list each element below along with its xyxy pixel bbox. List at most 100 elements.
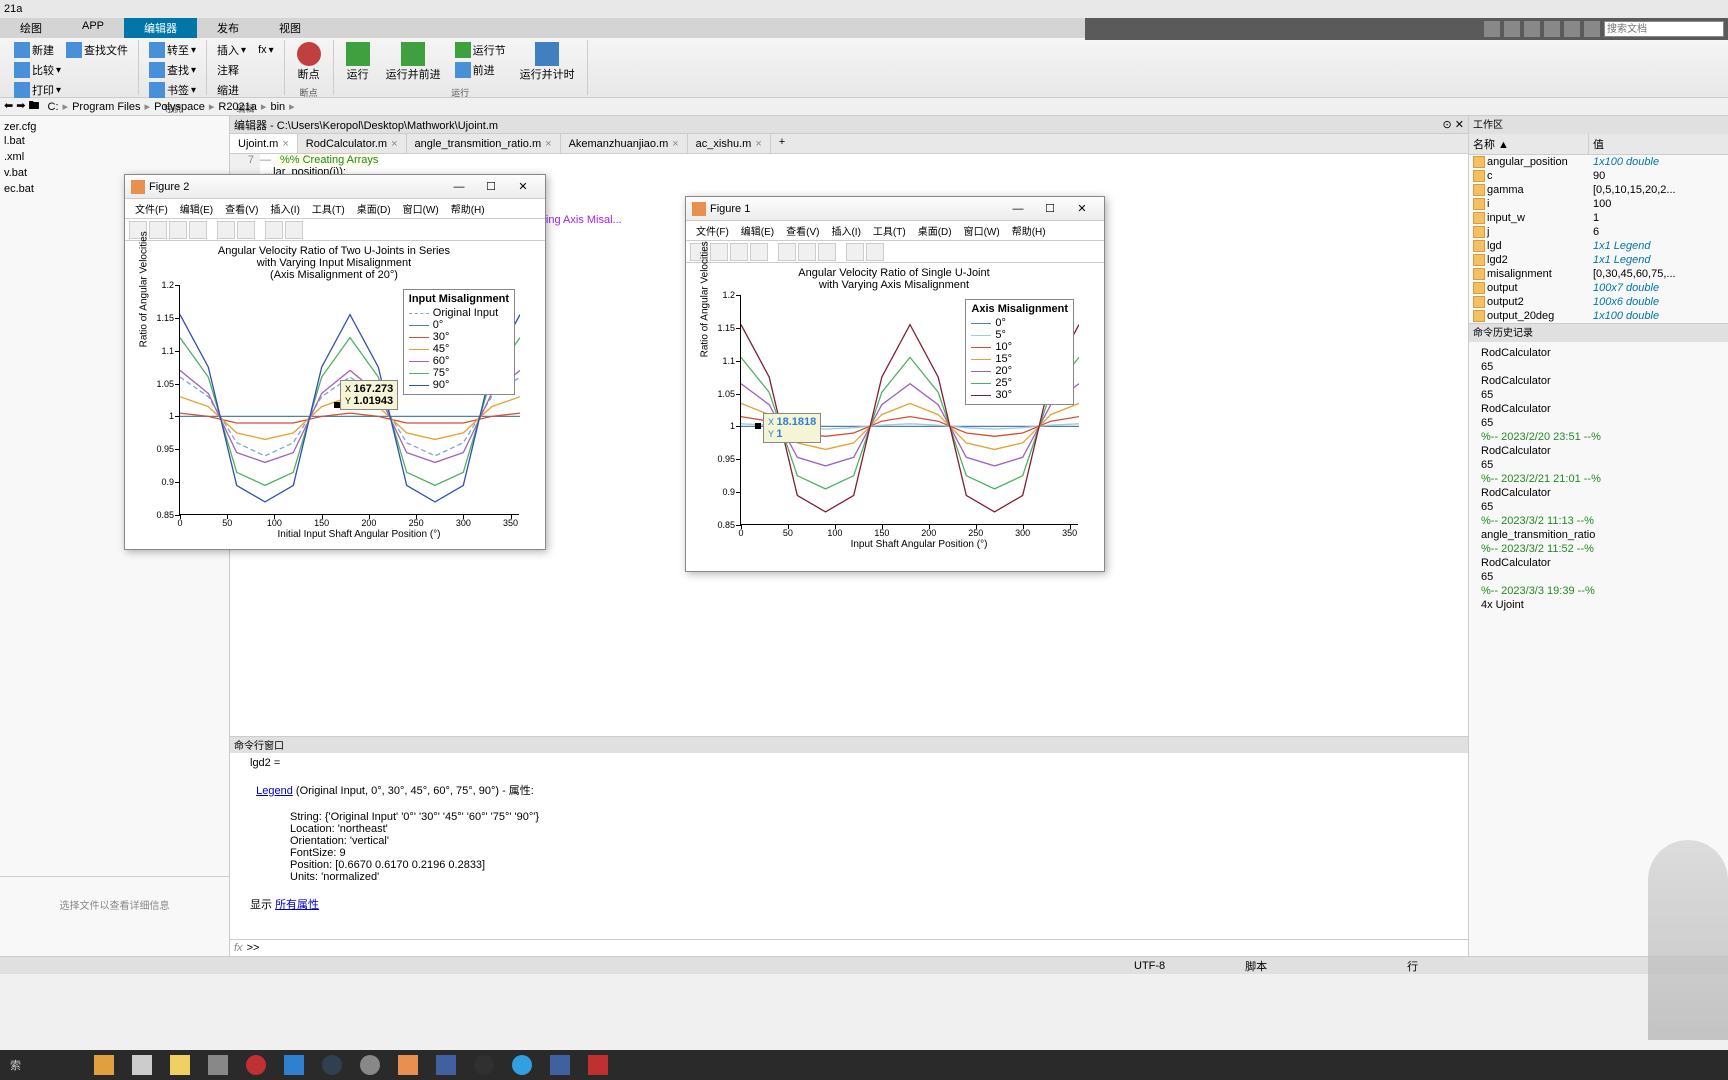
new-button[interactable]: 新建 (10, 40, 58, 60)
taskbar-explorer[interactable] (162, 1052, 198, 1078)
file-tab[interactable]: angle_transmition_ratio.m× (407, 134, 561, 153)
figure-menu-item[interactable]: 编辑(E) (174, 199, 219, 218)
workspace-variable[interactable]: output100x7 double (1469, 281, 1728, 295)
taskbar-app[interactable] (428, 1052, 464, 1078)
print-fig-icon[interactable] (189, 221, 207, 239)
figure-menu-item[interactable]: 插入(I) (825, 221, 866, 240)
advance-button[interactable]: 前进 (451, 60, 510, 80)
figure2-axes[interactable]: Angular Velocity Ratio of Two U-Joints i… (125, 241, 545, 544)
workspace-variable[interactable]: gamma[0,5,10,15,20,2... (1469, 183, 1728, 197)
file-item[interactable]: zer.cfg (4, 120, 225, 134)
link-icon[interactable] (237, 221, 255, 239)
link-icon[interactable] (798, 243, 816, 261)
save-fig-icon[interactable] (730, 243, 748, 261)
figure-menu-item[interactable]: 查看(V) (219, 199, 264, 218)
file-item[interactable]: .xml (4, 150, 225, 164)
maximize-button[interactable]: ☐ (475, 177, 507, 197)
main-tab-视图[interactable]: 视图 (259, 18, 321, 38)
run-time-button[interactable]: 运行并计时 (514, 40, 581, 84)
chart-legend[interactable]: Input MisalignmentOriginal Input0°30°45°… (403, 289, 515, 395)
workspace-variable[interactable]: c90 (1469, 169, 1728, 183)
run-section-button[interactable]: 运行节 (451, 40, 510, 60)
workspace-header[interactable]: 名称 ▲ 值 (1469, 134, 1728, 155)
close-icon[interactable]: × (755, 138, 761, 150)
main-tab-编辑器[interactable]: 编辑器 (124, 18, 197, 38)
open-fig-icon[interactable] (149, 221, 167, 239)
figure1-titlebar[interactable]: Figure 1 — ☐ ✕ (686, 197, 1104, 221)
close-icon[interactable]: × (282, 138, 288, 150)
taskbar-search[interactable]: 索 (4, 1057, 84, 1073)
close-icon[interactable]: × (545, 138, 551, 150)
figure-menu-item[interactable]: 文件(F) (129, 199, 174, 218)
insert-button[interactable]: 插入▾ (213, 40, 250, 60)
paste-icon[interactable] (1544, 21, 1560, 37)
main-tab-绘图[interactable]: 绘图 (0, 18, 62, 38)
figure-menu-item[interactable]: 查看(V) (780, 221, 825, 240)
run-advance-button[interactable]: 运行并前进 (380, 40, 447, 84)
doc-search-input[interactable] (1604, 21, 1724, 37)
taskbar-app[interactable] (542, 1052, 578, 1078)
close-icon[interactable]: × (391, 138, 397, 150)
close-button[interactable]: ✕ (1066, 199, 1098, 219)
add-tab-button[interactable]: + (771, 134, 793, 153)
indent-button[interactable]: 缩进 (213, 80, 243, 100)
file-item[interactable]: l.bat (4, 134, 225, 148)
chart-datatip[interactable]: X 167.273Y 1.01943 (340, 380, 398, 410)
workspace-variable[interactable]: output_20deg1x100 double (1469, 309, 1728, 323)
figure-menu-item[interactable]: 帮助(H) (445, 199, 491, 218)
workspace-variable[interactable]: lgd21x1 Legend (1469, 253, 1728, 267)
figure-menu-item[interactable]: 帮助(H) (1006, 221, 1052, 240)
taskbar-solidworks[interactable] (580, 1052, 616, 1078)
open-fig-icon[interactable] (710, 243, 728, 261)
figure1-axes[interactable]: Angular Velocity Ratio of Single U-Joint… (686, 263, 1104, 554)
comment-button[interactable]: 注释 (213, 60, 243, 80)
file-tab[interactable]: RodCalculator.m× (298, 134, 407, 153)
figure-menu-item[interactable]: 工具(T) (306, 199, 351, 218)
taskbar-steam[interactable] (314, 1052, 350, 1078)
figure2-window[interactable]: Figure 2 — ☐ ✕ 文件(F)编辑(E)查看(V)插入(I)工具(T)… (124, 174, 546, 550)
goto-button[interactable]: 转至▾ (145, 40, 200, 60)
help-icon[interactable] (1584, 21, 1600, 37)
path-segment[interactable]: bin (266, 101, 289, 113)
figure-menu-item[interactable]: 桌面(D) (351, 199, 397, 218)
workspace-variable[interactable]: input_w1 (1469, 211, 1728, 225)
figure-menu-item[interactable]: 桌面(D) (912, 221, 958, 240)
path-segment[interactable]: C: (44, 101, 63, 113)
figure-menu-item[interactable]: 插入(I) (264, 199, 305, 218)
cut-icon[interactable] (1504, 21, 1520, 37)
command-prompt[interactable]: fx >> (230, 939, 1468, 956)
save-fig-icon[interactable] (169, 221, 187, 239)
workspace-variable[interactable]: j6 (1469, 225, 1728, 239)
figure2-titlebar[interactable]: Figure 2 — ☐ ✕ (125, 175, 545, 199)
path-segment[interactable]: Polyspace (150, 101, 209, 113)
breakpoint-button[interactable]: 断点 (291, 40, 327, 84)
chart-legend[interactable]: Axis Misalignment0°5°10°15°20°25°30° (965, 299, 1074, 405)
workspace-variable[interactable]: i100 (1469, 197, 1728, 211)
path-segment[interactable]: Program Files (68, 101, 144, 113)
find-files-button[interactable]: 查找文件 (62, 40, 132, 60)
workspace-variable[interactable]: angular_position1x100 double (1469, 155, 1728, 169)
save-icon[interactable] (1484, 21, 1500, 37)
workspace-variable[interactable]: lgd1x1 Legend (1469, 239, 1728, 253)
minimize-button[interactable]: — (1002, 199, 1034, 219)
print-fig-icon[interactable] (750, 243, 768, 261)
file-tab[interactable]: Ujoint.m× (230, 134, 298, 153)
figure-menu-item[interactable]: 编辑(E) (735, 221, 780, 240)
edit-plot-icon[interactable] (778, 243, 796, 261)
minimize-button[interactable]: — (443, 177, 475, 197)
close-icon[interactable]: × (672, 138, 678, 150)
taskbar-app[interactable] (238, 1052, 274, 1078)
workspace-variable[interactable]: misalignment[0,30,45,60,75,... (1469, 267, 1728, 281)
workspace-variable[interactable]: output2100x6 double (1469, 295, 1728, 309)
path-segment[interactable]: R2021a (214, 101, 261, 113)
taskbar-vscode[interactable] (276, 1052, 312, 1078)
bookmark-button[interactable]: 书签▾ (145, 80, 200, 100)
close-button[interactable]: ✕ (507, 177, 539, 197)
maximize-button[interactable]: ☐ (1034, 199, 1066, 219)
edit-plot-icon[interactable] (217, 221, 235, 239)
undo-icon[interactable] (1564, 21, 1580, 37)
main-tab-APP[interactable]: APP (62, 18, 124, 38)
figure-menu-item[interactable]: 窗口(W) (397, 199, 445, 218)
taskbar-obs[interactable] (466, 1052, 502, 1078)
figure-menu-item[interactable]: 文件(F) (690, 221, 735, 240)
